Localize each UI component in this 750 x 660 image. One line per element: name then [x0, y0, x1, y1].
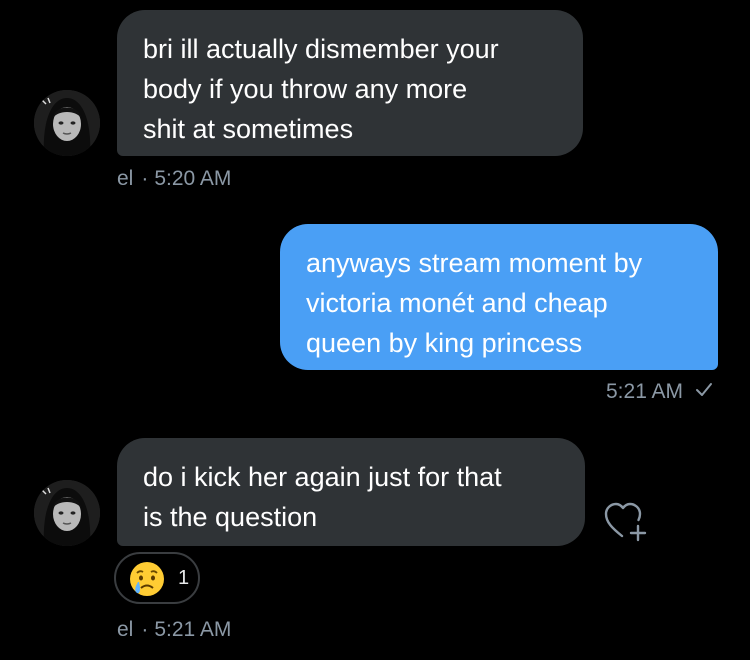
reaction-pill[interactable]: 1	[114, 552, 200, 604]
message-meta: el · 5:21 AM	[117, 618, 231, 642]
message-bubble-outgoing[interactable]: anyways stream moment by victoria monét …	[280, 224, 718, 370]
message-meta: 5:21 AM	[606, 380, 713, 404]
message-time: 5:20 AM	[154, 167, 232, 190]
sender-name: el	[117, 167, 134, 190]
meta-separator: ·	[141, 618, 149, 641]
avatar-photo	[34, 90, 100, 156]
heart-plus-icon[interactable]	[602, 498, 652, 549]
message-meta: el · 5:20 AM	[117, 167, 231, 191]
message-time: 5:21 AM	[606, 380, 684, 403]
crying-face-emoji	[127, 559, 167, 604]
meta-separator: ·	[141, 167, 149, 190]
checkmark-icon	[695, 380, 713, 404]
avatar-photo	[34, 480, 100, 546]
message-bubble-incoming[interactable]: bri ill actually dismember your body if …	[117, 10, 583, 156]
message-time: 5:21 AM	[154, 618, 232, 641]
reaction-count: 1	[178, 567, 190, 589]
avatar[interactable]	[34, 480, 100, 546]
message-bubble-incoming[interactable]: do i kick her again just for that is the…	[117, 438, 585, 546]
avatar[interactable]	[34, 90, 100, 156]
sender-name: el	[117, 618, 134, 641]
